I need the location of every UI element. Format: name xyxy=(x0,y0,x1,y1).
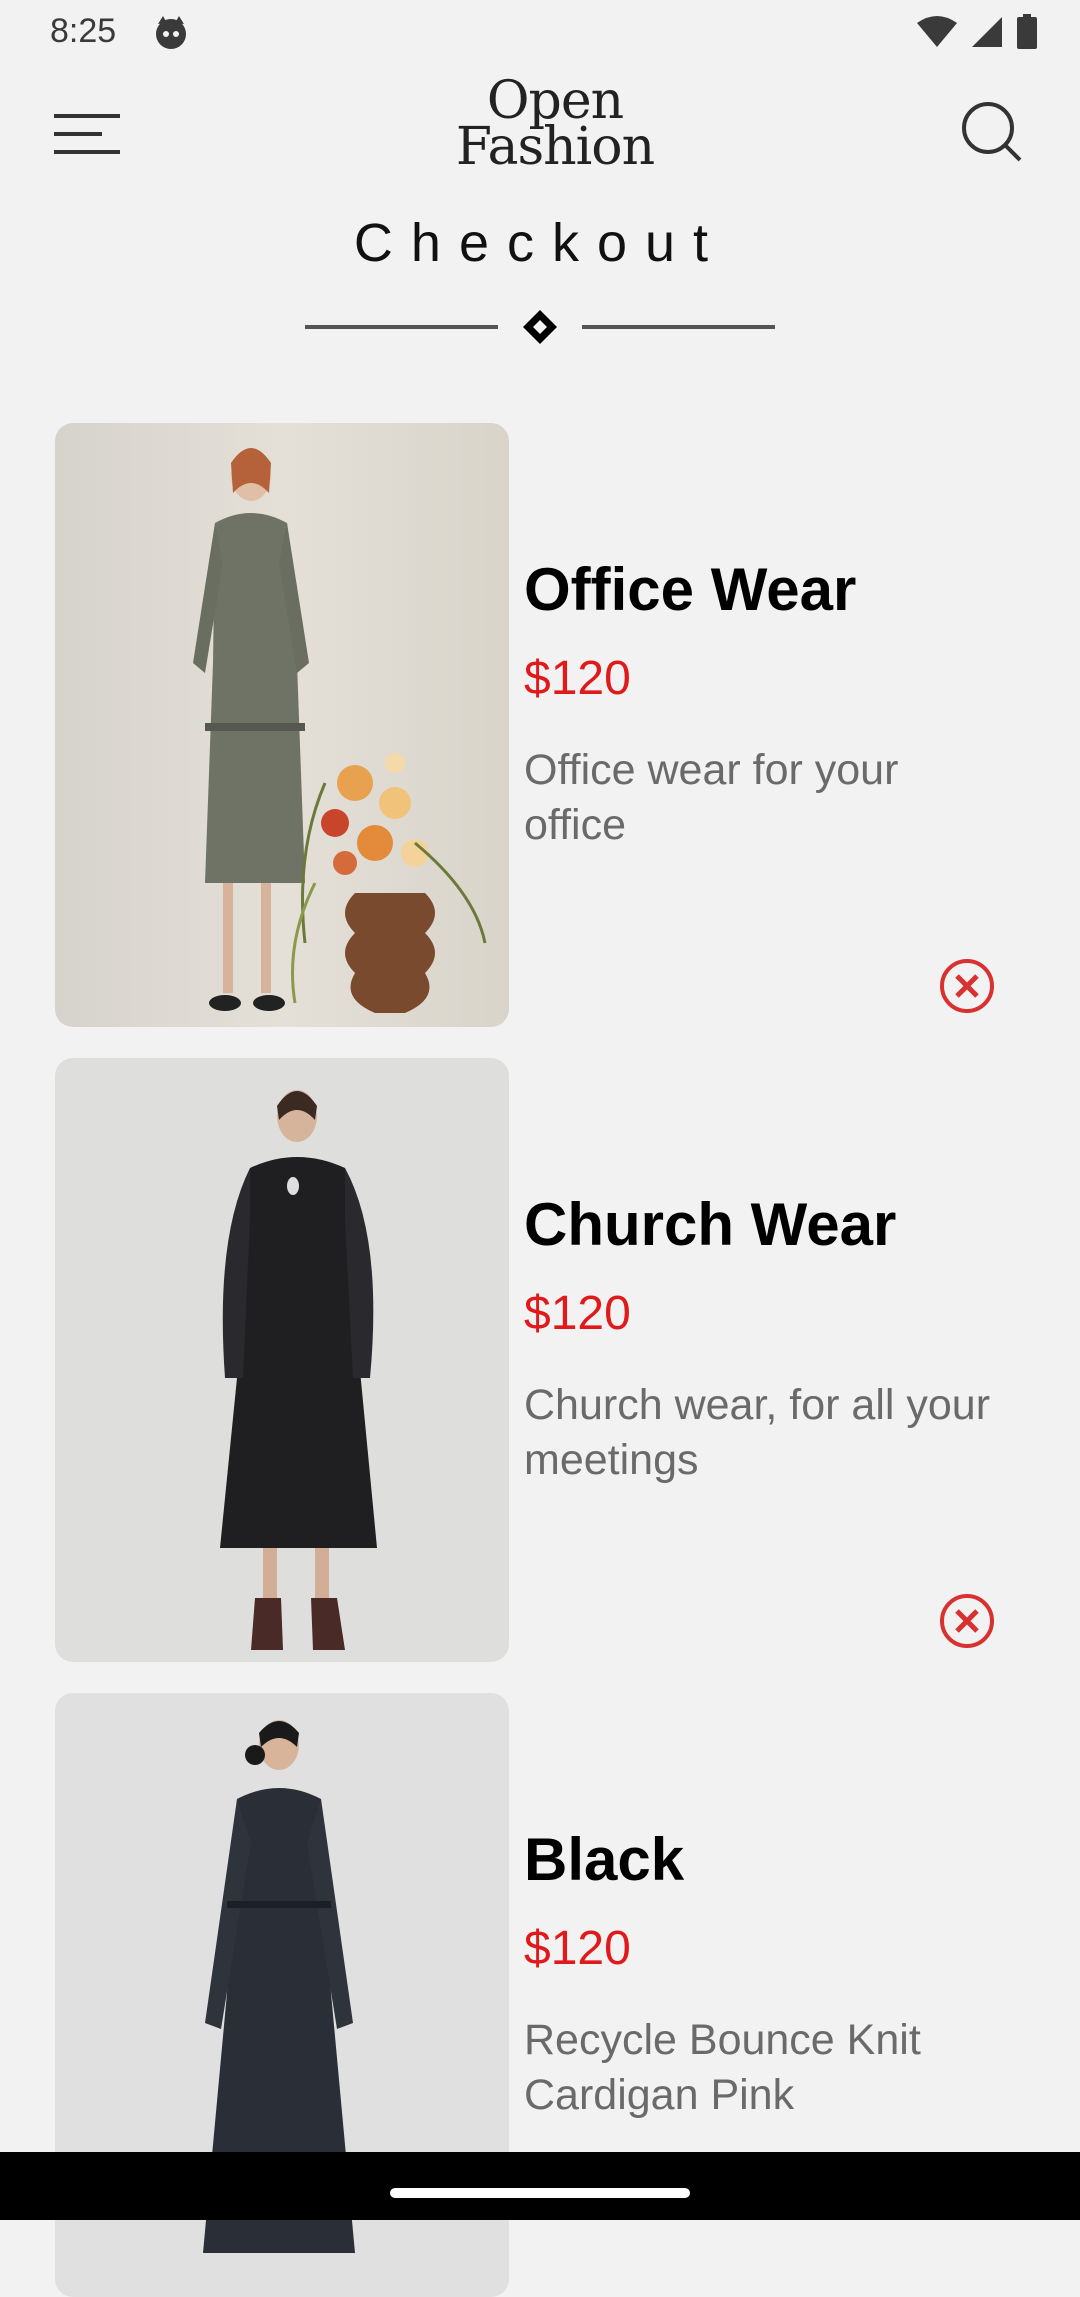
product-title[interactable]: Church Wear xyxy=(524,1190,896,1259)
cart-item[interactable]: Office Wear $120 Office wear for your of… xyxy=(55,423,1045,1027)
search-icon[interactable] xyxy=(956,96,1026,166)
signal-icon xyxy=(972,17,1002,47)
product-price: $120 xyxy=(524,652,631,705)
app-header: Open Fashion xyxy=(0,66,1080,196)
page-title: Checkout xyxy=(353,213,727,273)
remove-circle-x-icon[interactable] xyxy=(938,1592,996,1650)
product-price: $120 xyxy=(524,1287,631,1340)
brand-line-2: Fashion xyxy=(455,117,655,177)
product-description: Recycle Bounce Knit Cardigan Pink xyxy=(524,2016,921,2119)
status-time: 8:25 xyxy=(50,12,117,50)
system-nav-bar xyxy=(0,2152,1080,2220)
product-image xyxy=(55,1058,509,1662)
status-bar: 8:25 xyxy=(0,0,1080,66)
home-gesture-handle[interactable] xyxy=(390,2188,690,2198)
title-divider xyxy=(305,310,775,344)
product-description: Office wear for your office xyxy=(524,746,899,849)
hamburger-menu-icon[interactable] xyxy=(52,102,122,162)
brand-logo[interactable]: Open Fashion xyxy=(440,75,670,184)
product-title[interactable]: Black xyxy=(524,1825,684,1894)
product-description: Church wear, for all your meetings xyxy=(524,1381,991,1484)
product-price: $120 xyxy=(524,1922,631,1975)
cat-face-icon xyxy=(156,16,186,49)
wifi-icon xyxy=(917,16,957,47)
status-icons xyxy=(916,14,1038,50)
cart-item[interactable]: Church Wear $120 Church wear, for all yo… xyxy=(55,1058,1045,1662)
product-title[interactable]: Office Wear xyxy=(524,555,856,624)
remove-circle-x-icon[interactable] xyxy=(938,957,996,1015)
product-image xyxy=(55,423,509,1027)
battery-icon xyxy=(1017,14,1037,49)
